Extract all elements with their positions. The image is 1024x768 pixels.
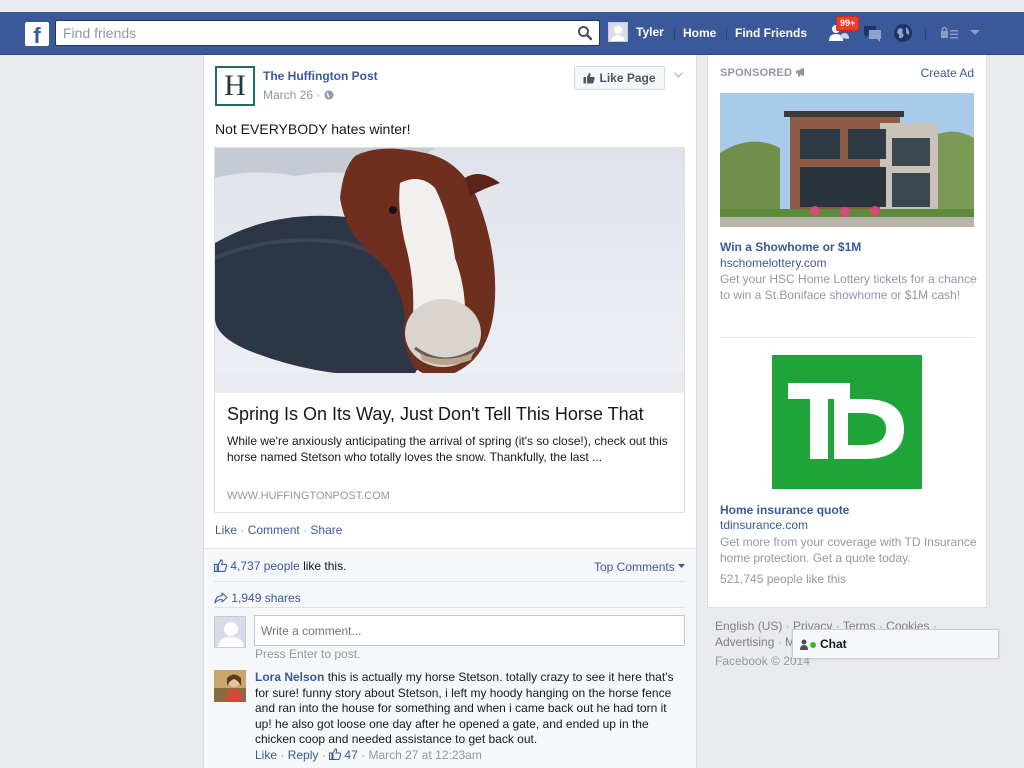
share-arrow-icon: [214, 592, 228, 604]
avatar: [608, 22, 628, 42]
comment-text: Lora Nelson this is actually my horse St…: [255, 670, 681, 748]
td-ad-image[interactable]: [772, 355, 922, 489]
right-sidebar-ads: SPONSORED Create Ad Win a Showhome or $1: [707, 55, 987, 608]
blue-bar: f Tyler Home Find Friends 99+: [0, 12, 1024, 55]
house-photo: [720, 93, 974, 227]
settings-chevron-down-icon[interactable]: [970, 30, 980, 35]
sponsored-header: SPONSORED: [720, 67, 807, 79]
nav-user-profile[interactable]: Tyler: [608, 21, 664, 43]
nav-find-friends-link[interactable]: Find Friends: [735, 22, 807, 44]
nav-divider: [674, 28, 675, 40]
ad-title-link[interactable]: Home insurance quote: [720, 503, 849, 517]
post-actions: Like · Comment · Share: [215, 523, 342, 537]
page-logo-letter: H: [224, 69, 246, 102]
commenter-avatar[interactable]: [214, 670, 246, 702]
ad-domain[interactable]: tdinsurance.com: [720, 518, 808, 532]
post-date-text: March 26 ·: [263, 88, 321, 102]
avatar[interactable]: [214, 616, 246, 648]
chat-label: Chat: [820, 637, 847, 651]
share-link[interactable]: Share: [310, 523, 342, 537]
footer-advertising-link[interactable]: Advertising: [715, 635, 774, 649]
shared-link-image[interactable]: [215, 148, 684, 393]
post-options-chevron-icon[interactable]: [674, 72, 683, 78]
horse-in-snow-image: [215, 148, 684, 393]
notifications-globe-icon[interactable]: [892, 22, 914, 44]
action-separator: ·: [303, 523, 308, 537]
ad-social-context: 521,745 people like this: [720, 572, 847, 586]
thumbs-up-icon: [583, 72, 596, 84]
comment-like-link[interactable]: Like: [255, 748, 277, 762]
shares-link[interactable]: 1,949 shares: [214, 591, 301, 605]
sponsored-label: SPONSORED: [720, 67, 793, 79]
news-feed-post: H The Huffington Post March 26 · Like Pa…: [203, 55, 697, 768]
shared-link-description: While we're anxiously anticipating the a…: [227, 434, 668, 464]
messages-icon[interactable]: [861, 22, 883, 44]
megaphone-icon: [796, 67, 805, 77]
chat-sidebar-tab[interactable]: Chat: [792, 629, 999, 658]
ad-description: Get your HSC Home Lottery tickets for a …: [720, 272, 977, 302]
page-profile-picture[interactable]: H: [215, 66, 255, 106]
ad-divider: [720, 337, 974, 338]
comment-input[interactable]: [254, 615, 685, 646]
row-divider: [214, 581, 685, 582]
shared-link-title[interactable]: Spring Is On Its Way, Just Don't Tell Th…: [227, 404, 644, 425]
nav-home-link[interactable]: Home: [683, 22, 716, 44]
shared-link-source: WWW.HUFFINGTONPOST.COM: [227, 490, 390, 502]
post-timestamp[interactable]: March 26 ·: [263, 88, 334, 102]
row-divider: [214, 607, 685, 608]
shares-count: 1,949 shares: [231, 591, 301, 605]
likes-suffix: like this.: [299, 559, 347, 573]
facebook-logo-icon[interactable]: f: [25, 22, 49, 46]
post-message: Not EVERYBODY hates winter!: [215, 121, 411, 137]
thumbs-up-icon: [329, 748, 342, 760]
comment-reply-link[interactable]: Reply: [288, 748, 319, 762]
likes-count-link[interactable]: 4,737 people: [230, 559, 299, 573]
comment-meta: Like · Reply · 47 · March 27 at 12:23am: [255, 748, 482, 762]
action-separator: ·: [240, 523, 245, 537]
showhome-ad-image[interactable]: [720, 93, 974, 227]
comment-time[interactable]: · March 27 at 12:23am: [361, 748, 482, 762]
friend-requests-badge: 99+: [836, 16, 860, 31]
feedback-section: 4,737 people like this. Top Comments 1,9…: [204, 548, 696, 768]
likes-summary: 4,737 people like this.: [214, 559, 346, 573]
nav-user-name: Tyler: [636, 25, 664, 39]
comment-like-count[interactable]: 47: [344, 748, 357, 762]
commenter-name-link[interactable]: Lora Nelson: [255, 670, 324, 684]
footer-language-link[interactable]: English (US): [715, 619, 782, 633]
top-bar: f Tyler Home Find Friends 99+: [0, 0, 1024, 55]
press-enter-hint: Press Enter to post.: [255, 647, 361, 661]
thumbs-up-icon: [214, 559, 228, 572]
top-comments-label: Top Comments: [594, 560, 675, 574]
shared-link-card[interactable]: Spring Is On Its Way, Just Don't Tell Th…: [214, 147, 685, 513]
nav-divider: [925, 28, 926, 40]
top-comments-dropdown[interactable]: Top Comments: [594, 560, 686, 574]
ad-description: Get more from your coverage with TD Insu…: [720, 535, 977, 565]
nav-divider: [726, 28, 727, 40]
privacy-shortcuts-icon[interactable]: [940, 26, 960, 40]
comment-link[interactable]: Comment: [248, 523, 300, 537]
commenter-photo: [214, 670, 246, 702]
search-input[interactable]: [56, 21, 556, 45]
td-logo-icon: [772, 355, 922, 489]
public-globe-icon: [324, 90, 334, 100]
chevron-down-icon: [678, 564, 686, 568]
like-page-button[interactable]: Like Page: [574, 66, 665, 90]
meta-separator: ·: [321, 748, 326, 762]
ad-title-link[interactable]: Win a Showhome or $1M: [720, 240, 861, 254]
ad-domain[interactable]: hschomelottery.com: [720, 256, 826, 270]
meta-separator: ·: [280, 748, 285, 762]
default-avatar-icon: [215, 617, 245, 647]
page-name-link[interactable]: The Huffington Post: [263, 69, 378, 83]
search-icon[interactable]: [577, 25, 593, 41]
chat-status-icon: [800, 639, 816, 650]
create-ad-link[interactable]: Create Ad: [921, 66, 974, 80]
like-page-label: Like Page: [599, 71, 656, 85]
like-link[interactable]: Like: [215, 523, 237, 537]
search-box: [55, 20, 600, 46]
